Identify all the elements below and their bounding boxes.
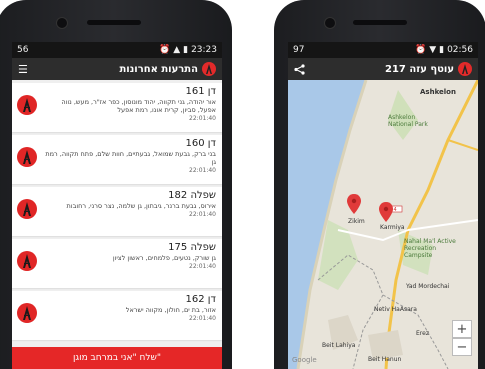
right-phone: 97 ⏰ ▼ ▮ 02:56 עוטף עזה 217 4 Ashkelon A… (274, 0, 485, 369)
notification-count: 56 (17, 45, 29, 55)
zoom-in-button[interactable]: + (452, 320, 472, 338)
alert-item[interactable]: דן 161 אור יהודה, גני תקווה, יהוד מונוסו… (12, 83, 222, 132)
safe-space-button[interactable]: שלח "אני במרחב מוגן" (12, 347, 222, 369)
alert-time: 22:01:40 (189, 167, 216, 174)
phone-camera (56, 17, 68, 29)
app-logo-icon (458, 62, 472, 76)
map-label-netiv: Netiv HaAsara (374, 306, 417, 313)
alert-item[interactable]: שפלה 175 גן שורק, נטעים, פלמחים, ראשון ל… (12, 239, 222, 288)
alarm-icon: ⏰ (414, 45, 427, 55)
alert-cities: גן שורק, נטעים, פלמחים, ראשון לציון (112, 254, 216, 262)
alert-area: דן 162 (185, 294, 216, 305)
clock: 02:56 (447, 45, 473, 55)
left-phone: 56 ⏰ ▲ ▮ 23:23 ☰ התרעות אחרונות דן 161 א… (0, 0, 232, 369)
alarm-icon: ⏰ (158, 45, 171, 55)
page-title: התרעות אחרונות (119, 63, 198, 75)
alert-item[interactable]: דן 162 אזור, בת ים, חולון, מקווה ישראל 2… (12, 291, 222, 340)
alert-cities: בני ברק, גבעת שמואל, גבעתיים, חוות שלם, … (45, 150, 216, 166)
alert-area: דן 161 (185, 86, 216, 97)
alert-time: 22:01:40 (189, 115, 216, 122)
signal-icon: ▲ (173, 45, 181, 55)
rocket-alert-icon (17, 303, 37, 323)
map-label-beit-lahiya: Beit Lahiya (322, 342, 356, 349)
right-screen: 97 ⏰ ▼ ▮ 02:56 עוטף עזה 217 4 Ashkelon A… (288, 42, 478, 369)
filter-icon[interactable]: ☰ (18, 63, 28, 76)
app-bar: עוטף עזה 217 (288, 58, 478, 80)
rocket-alert-icon (17, 199, 37, 219)
map-label-ashkelon-np: Ashkelon National Park (388, 114, 428, 128)
alert-area: שפלה 175 (168, 242, 216, 253)
phone-speaker (353, 20, 407, 25)
status-bar: 56 ⏰ ▲ ▮ 23:23 (12, 42, 222, 58)
rocket-alert-icon (17, 251, 37, 271)
rocket-alert-icon (17, 147, 37, 167)
map-label-karmiya: Karmiya (380, 224, 405, 231)
alert-area: שפלה 182 (168, 190, 216, 201)
alert-item[interactable]: דן 160 בני ברק, גבעת שמואל, גבעתיים, חוו… (12, 135, 222, 184)
alert-cities: אור יהודה, גני תקווה, יהוד מונוסון, כפר … (61, 98, 216, 114)
alert-time: 22:01:40 (189, 263, 216, 270)
map-label-ashkelon: Ashkelon (420, 88, 456, 96)
alert-item[interactable]: שפלה 182 אירוס, גבעת ברנר, גיבתון, גן של… (12, 187, 222, 236)
map-label-nahal: Nahal Ma'l Active Recreation Campsite (404, 238, 456, 259)
phone-camera (324, 17, 336, 29)
google-logo: Google (292, 356, 317, 364)
status-bar: 97 ⏰ ▼ ▮ 02:56 (288, 42, 478, 58)
battery-icon: ▮ (183, 45, 189, 55)
clock: 23:23 (191, 45, 217, 55)
zoom-out-button[interactable]: − (452, 338, 472, 356)
alert-time: 22:01:40 (189, 315, 216, 322)
map-label-beit-hanun: Beit Hanun (368, 356, 402, 363)
alert-time: 22:01:40 (189, 211, 216, 218)
map-view[interactable]: 4 Ashkelon Ashkelon National Park Zikim … (288, 80, 478, 369)
phone-speaker (87, 20, 141, 25)
alerts-list: דן 161 אור יהודה, גני תקווה, יהוד מונוסו… (12, 80, 222, 340)
notification-count: 97 (293, 45, 305, 55)
left-screen: 56 ⏰ ▲ ▮ 23:23 ☰ התרעות אחרונות דן 161 א… (12, 42, 222, 369)
road-number: 4 (394, 207, 397, 213)
wifi-icon: ▼ (429, 45, 437, 55)
battery-icon: ▮ (439, 45, 445, 55)
alert-cities: אירוס, גבעת ברנר, גיבתון, גן שלמה, נצר ס… (66, 202, 216, 210)
rocket-alert-icon (17, 95, 37, 115)
app-logo-icon (202, 62, 216, 76)
map-label-zikim: Zikim (348, 218, 365, 225)
map-label-erez: Erez (416, 330, 429, 337)
alert-area: דן 160 (185, 138, 216, 149)
map-label-yad-mordechai: Yad Mordechai (406, 283, 450, 290)
page-title: עוטף עזה 217 (384, 63, 454, 75)
alert-cities: אזור, בת ים, חולון, מקווה ישראל (125, 306, 216, 314)
share-icon[interactable] (294, 60, 305, 79)
app-bar: ☰ התרעות אחרונות (12, 58, 222, 80)
